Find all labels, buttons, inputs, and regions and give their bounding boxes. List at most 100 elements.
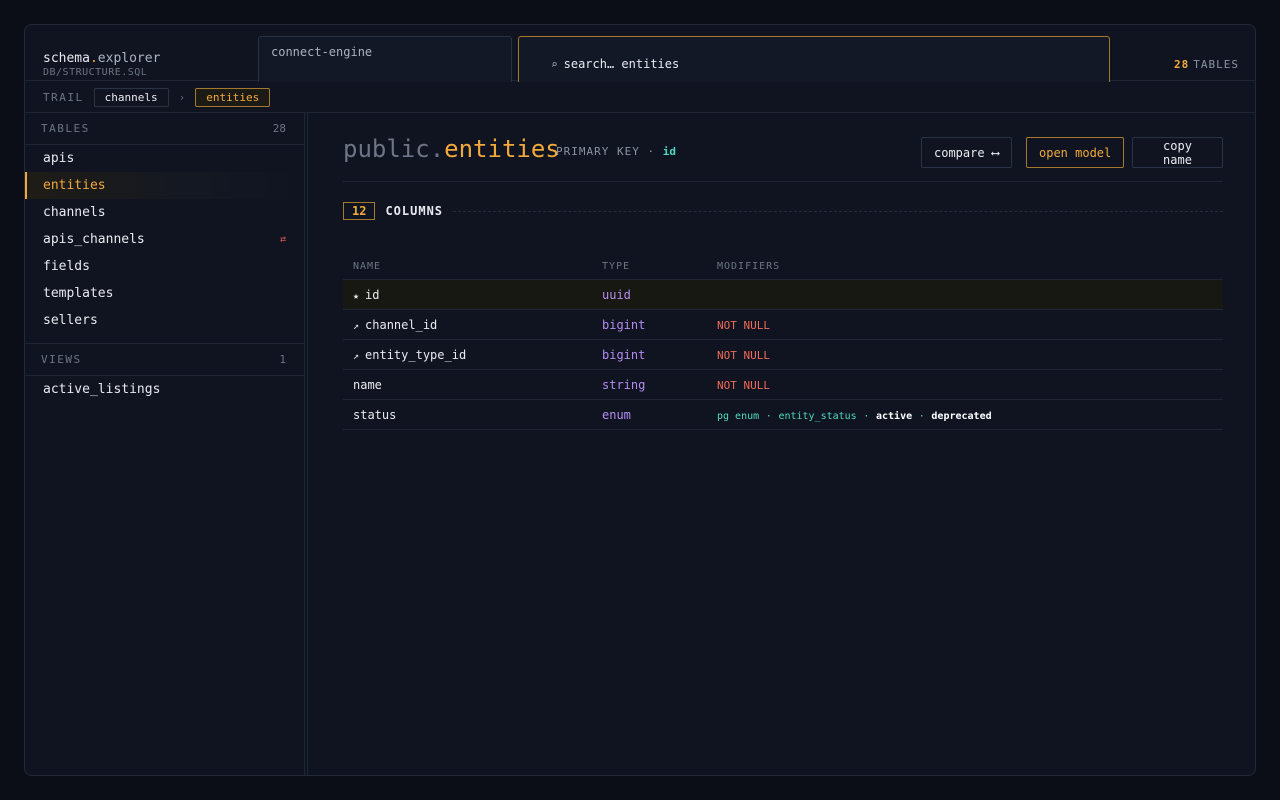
columns-count-badge: 12: [343, 202, 376, 220]
sidebar: TABLES 28 apis entities channels apis_ch…: [25, 113, 305, 775]
views-list: active_listings: [25, 376, 304, 403]
search-icon: ⌕: [551, 58, 558, 71]
sidebar-item-templates[interactable]: templates: [25, 280, 304, 307]
breadcrumb-item-channels[interactable]: channels: [93, 87, 169, 107]
schema-name: public.: [343, 135, 445, 163]
sidebar-item-label: fields: [43, 259, 90, 274]
sidebar-item-fields[interactable]: fields: [25, 253, 304, 280]
column-modifier: NOT NULL: [717, 319, 770, 332]
table-header: public.entities PRIMARY KEY · id compare…: [343, 133, 1223, 182]
foreign-key-icon: ↗: [353, 351, 360, 362]
table-row[interactable]: name string NOT NULL: [343, 370, 1223, 400]
sidebar-item-sellers[interactable]: sellers: [25, 307, 304, 334]
brand-dot: .: [89, 51, 98, 66]
column-type: bigint: [602, 318, 646, 332]
open-model-button[interactable]: open model: [1026, 137, 1125, 168]
primary-key-value: id: [662, 145, 676, 158]
column-name: status: [353, 408, 396, 422]
sidebar-item-label: sellers: [43, 313, 98, 328]
columns-table-header: NAME TYPE MODIFIERS: [343, 256, 1223, 280]
primary-key-label: PRIMARY KEY ·: [556, 145, 656, 158]
column-modifier: NOT NULL: [717, 349, 770, 362]
column-name: name: [353, 378, 382, 392]
table-row[interactable]: ↗ channel_id bigint NOT NULL: [343, 310, 1223, 340]
enum-modifier: pg enum · entity_status · active · depre…: [717, 409, 992, 422]
header: schema.explorer DB/STRUCTURE.SQL connect…: [25, 25, 1255, 82]
table-name: entities: [444, 135, 560, 163]
column-name-text: name: [353, 378, 382, 392]
sidebar-item-label: apis_channels: [43, 232, 145, 247]
table-count-number: 28: [1174, 58, 1190, 71]
views-section-count: 1: [279, 353, 286, 366]
primary-key-info: PRIMARY KEY · id: [556, 145, 676, 158]
table-row[interactable]: status enum pg enum · entity_status · ac…: [343, 400, 1223, 430]
divider: [453, 210, 1223, 212]
sidebar-item-label: apis: [43, 151, 75, 166]
separator: ·: [918, 411, 925, 422]
brand-subtitle: DB/STRUCTURE.SQL: [43, 67, 148, 78]
sidebar-item-apis-channels[interactable]: apis_channels ⇄: [25, 226, 304, 253]
compare-button[interactable]: compare ⟷: [921, 137, 1013, 168]
main-panel: public.entities PRIMARY KEY · id compare…: [343, 113, 1223, 775]
column-header-name: NAME: [353, 261, 382, 272]
column-name: ↗ channel_id: [353, 318, 437, 332]
column-name-text: status: [353, 408, 397, 422]
tables-section-header: TABLES 28: [25, 113, 304, 145]
divider: [307, 113, 308, 775]
separator: ·: [863, 411, 870, 422]
brand-name-part: schema: [43, 51, 90, 66]
column-type: bigint: [602, 348, 646, 362]
brand-name-part: explorer: [97, 51, 161, 66]
views-section-label: VIEWS: [41, 353, 82, 366]
sidebar-item-entities[interactable]: entities: [25, 172, 304, 199]
enum-type-name: entity_status: [778, 411, 857, 422]
divider: [25, 334, 304, 344]
breadcrumb: TRAIL channels › entities: [25, 82, 1255, 113]
enum-kind: pg enum: [717, 411, 760, 422]
sidebar-item-label: active_listings: [43, 382, 161, 397]
column-name: ↗ entity_type_id: [353, 348, 466, 362]
copy-name-button[interactable]: copy name: [1132, 137, 1223, 168]
column-name: ★ id: [353, 288, 379, 302]
tab-connect-engine[interactable]: connect-engine: [258, 36, 512, 82]
page-title: public.entities: [343, 135, 560, 163]
views-section-header: VIEWS 1: [25, 344, 304, 376]
search-value: search… entities: [563, 57, 680, 71]
table-count: 28 TABLES: [1174, 58, 1239, 71]
column-name-text: channel_id: [365, 318, 438, 332]
enum-value: active: [876, 411, 913, 422]
column-header-type: TYPE: [602, 261, 631, 272]
columns-label: COLUMNS: [385, 204, 444, 218]
columns-section-header: 12 COLUMNS: [343, 202, 1223, 220]
sidebar-item-channels[interactable]: channels: [25, 199, 304, 226]
sidebar-item-apis[interactable]: apis: [25, 145, 304, 172]
column-type: uuid: [602, 288, 631, 302]
table-count-label: TABLES: [1193, 58, 1239, 71]
app-window: schema.explorer DB/STRUCTURE.SQL connect…: [24, 24, 1256, 776]
table-row[interactable]: ↗ entity_type_id bigint NOT NULL: [343, 340, 1223, 370]
tables-section-label: TABLES: [41, 122, 90, 135]
tables-section-count: 28: [272, 122, 286, 135]
sidebar-item-label: entities: [43, 178, 106, 193]
column-name-text: entity_type_id: [365, 348, 467, 362]
column-name-text: id: [365, 288, 380, 302]
app-title: schema.explorer: [43, 51, 160, 67]
breadcrumb-separator: ›: [178, 90, 186, 104]
foreign-key-icon: ↗: [353, 321, 360, 332]
search-input[interactable]: ⌕ search… entities: [518, 36, 1110, 82]
breadcrumb-label: TRAIL: [43, 90, 84, 104]
primary-key-icon: ★: [353, 291, 360, 302]
column-modifier: NOT NULL: [717, 379, 770, 392]
enum-value: deprecated: [931, 411, 992, 422]
column-type: enum: [602, 408, 631, 422]
tables-list: apis entities channels apis_channels ⇄ fi…: [25, 145, 304, 334]
column-type: string: [602, 378, 646, 392]
columns-table-body: ★ id uuid ↗ channel_id bigint NOT NULL ↗ en…: [343, 280, 1223, 430]
breadcrumb-item-entities[interactable]: entities: [195, 87, 271, 107]
column-header-modifiers: MODIFIERS: [717, 261, 781, 272]
sidebar-item-active-listings[interactable]: active_listings: [25, 376, 304, 403]
brand: schema.explorer DB/STRUCTURE.SQL: [43, 51, 160, 79]
join-table-icon: ⇄: [279, 234, 286, 245]
table-row[interactable]: ★ id uuid: [343, 280, 1223, 310]
separator: ·: [765, 411, 772, 422]
